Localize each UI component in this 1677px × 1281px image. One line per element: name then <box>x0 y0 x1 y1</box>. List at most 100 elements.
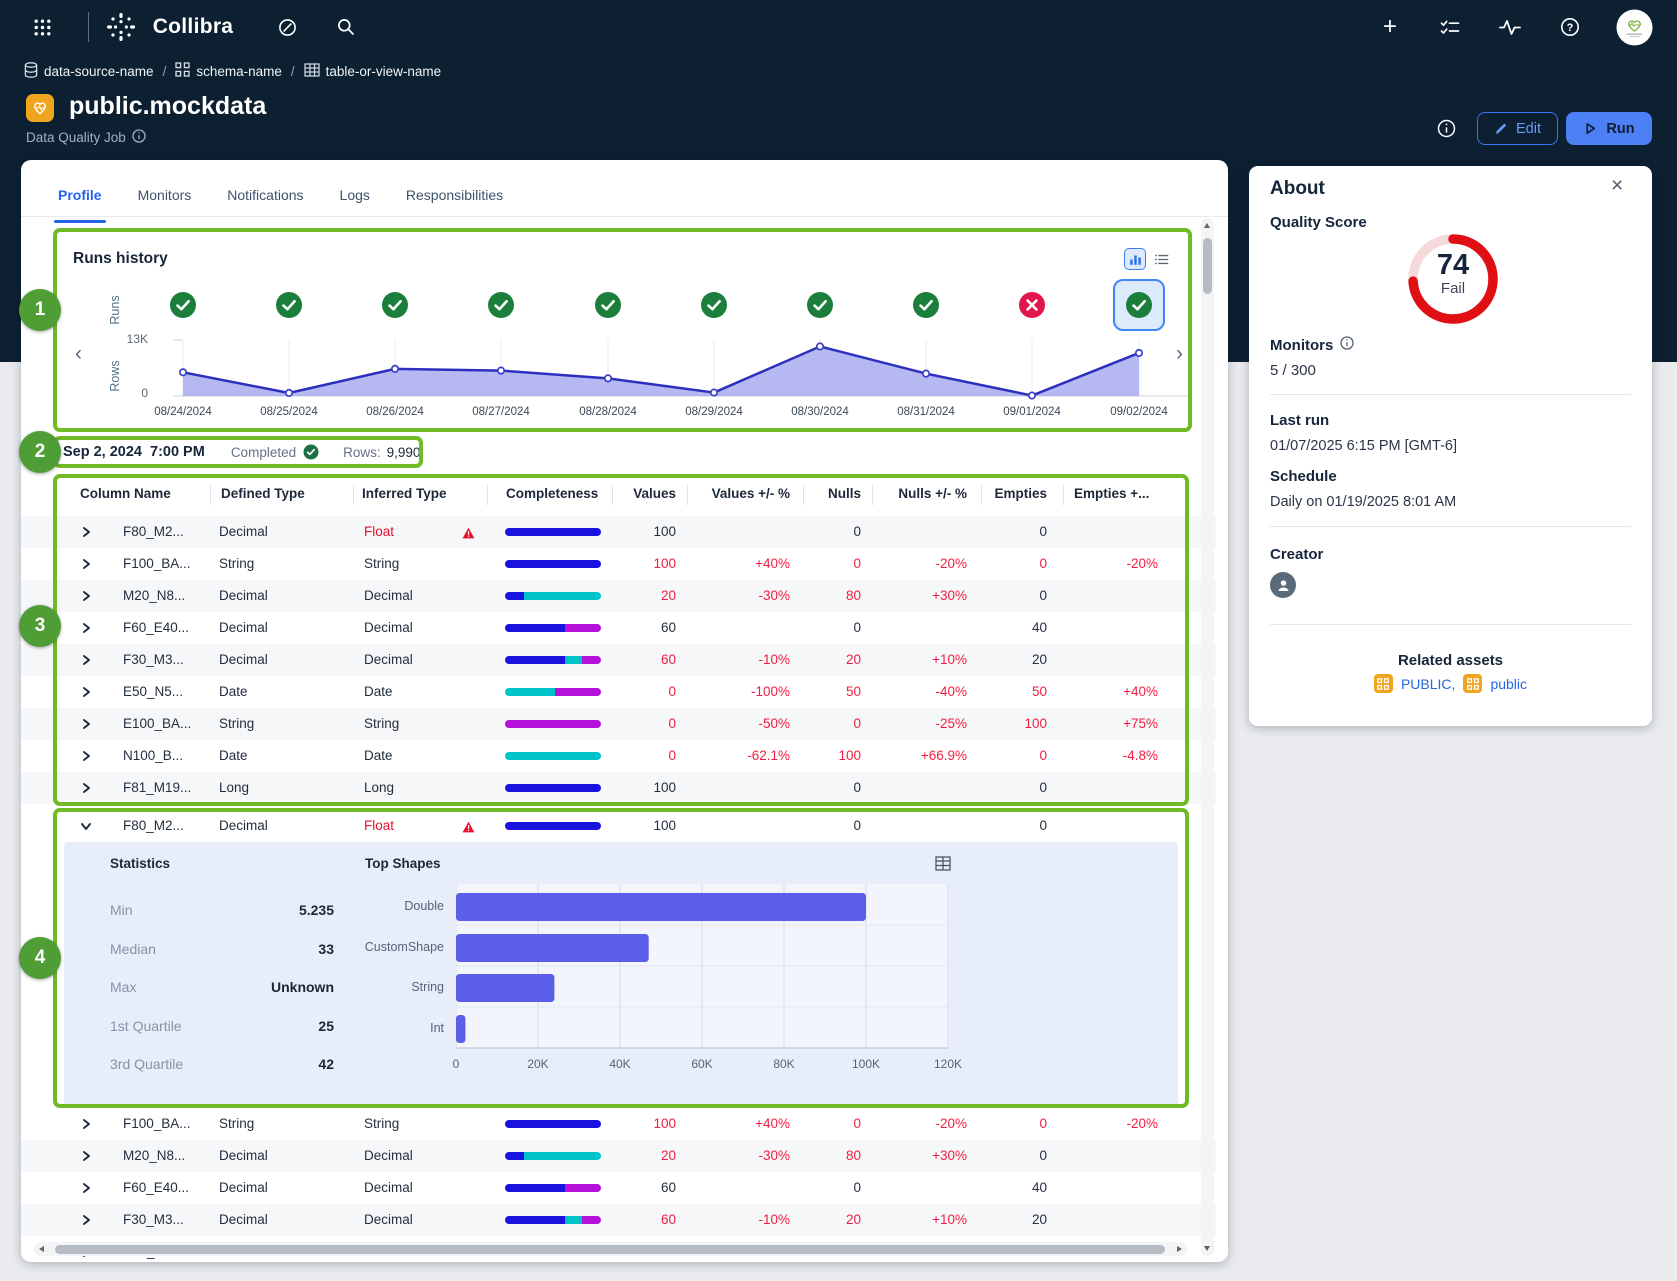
column-name-cell: E50_N5... <box>123 676 183 708</box>
run-status-pass-icon[interactable] <box>912 291 940 319</box>
top-shapes-bars[interactable] <box>456 884 956 1054</box>
tab-responsibilities[interactable]: Responsibilities <box>404 184 505 214</box>
column-header[interactable]: Empties <box>917 477 1047 511</box>
table-row[interactable]: F30_M3...DecimalDecimal60-10%20+10%20 <box>21 1204 1216 1236</box>
column-header[interactable]: Inferred Type <box>362 477 447 511</box>
schema-asset-icon[interactable] <box>1463 674 1482 693</box>
run-status-pass-icon[interactable] <box>700 291 728 319</box>
table-row[interactable]: E50_N5...DateDate0-100%50-40%50+40% <box>21 676 1216 708</box>
table-row[interactable]: M20_N8...DecimalDecimal20-30%80+30%0 <box>21 580 1216 612</box>
table-row[interactable]: F100_BA...StringString100+40%0-20%0-20% <box>21 1108 1216 1140</box>
user-avatar[interactable] <box>1615 0 1653 54</box>
empties-cell: 0 <box>939 1140 1047 1172</box>
expand-row-chevron-icon[interactable] <box>79 1213 93 1227</box>
expand-row-chevron-icon[interactable] <box>79 653 93 667</box>
run-date: Sep 2, 2024 <box>63 444 142 460</box>
runs-prev-arrow[interactable]: ‹ <box>75 345 82 363</box>
tab-profile[interactable]: Profile <box>56 184 104 214</box>
breadcrumb-table[interactable]: table-or-view-name <box>304 63 442 80</box>
creator-avatar[interactable] <box>1270 572 1296 598</box>
column-header[interactable]: Empties +... <box>1074 477 1149 511</box>
list-view-button[interactable] <box>1150 248 1172 270</box>
table-row[interactable]: F80_M2...DecimalFloat10000 <box>21 516 1216 548</box>
table-row[interactable]: E100_BA...StringString0-50%0-25%100+75% <box>21 708 1216 740</box>
collibra-logo-text[interactable]: Collibra <box>141 0 245 54</box>
schema-asset-icon[interactable] <box>1374 674 1393 693</box>
shapes-x-axis-tick: 100K <box>836 1057 896 1071</box>
expand-row-chevron-icon[interactable] <box>79 557 93 571</box>
column-header[interactable]: Defined Type <box>221 477 305 511</box>
run-status-pass-icon[interactable] <box>169 291 197 319</box>
table-row[interactable]: F80_M2...DecimalFloat10000 <box>21 810 1216 842</box>
collapse-row-chevron-icon[interactable] <box>79 819 93 833</box>
monitors-info-icon[interactable] <box>1340 336 1354 354</box>
runs-area-chart[interactable] <box>152 332 1197 400</box>
scroll-down-arrow[interactable] <box>1204 1246 1210 1251</box>
table-row[interactable]: N100_B...DateDate0-62.1%100+66.9%0-4.8% <box>21 740 1216 772</box>
help-icon[interactable]: ? <box>1554 0 1586 54</box>
run-button[interactable]: Run <box>1566 112 1652 145</box>
breadcrumb-schema[interactable]: schema-name <box>175 62 282 80</box>
tab-label: Notifications <box>227 187 303 203</box>
run-status-pass-icon[interactable] <box>487 291 515 319</box>
run-status-pass-icon[interactable] <box>381 291 409 319</box>
activity-pulse-icon[interactable] <box>1494 0 1526 54</box>
app-grid-menu-icon[interactable] <box>25 0 59 54</box>
shapes-x-axis-tick: 120K <box>918 1057 978 1071</box>
tab-notifications[interactable]: Notifications <box>225 184 305 214</box>
chart-view-button[interactable] <box>1124 248 1146 270</box>
scroll-right-arrow[interactable] <box>1177 1246 1182 1252</box>
shapes-x-axis-tick: 20K <box>508 1057 568 1071</box>
expand-row-chevron-icon[interactable] <box>79 717 93 731</box>
defined-type-cell: String <box>219 1108 254 1140</box>
expand-row-chevron-icon[interactable] <box>79 781 93 795</box>
run-status-pass-icon[interactable] <box>594 291 622 319</box>
horizontal-scroll-thumb[interactable] <box>55 1245 1165 1254</box>
table-row[interactable]: M20_N8...DecimalDecimal20-30%80+30%0 <box>21 1140 1216 1172</box>
table-row[interactable]: F100_BA...StringString100+40%0-20%0-20% <box>21 548 1216 580</box>
related-asset-link[interactable]: public <box>1490 676 1527 692</box>
run-status-fail-icon[interactable] <box>1018 291 1046 319</box>
tab-logs[interactable]: Logs <box>338 184 372 214</box>
expand-row-chevron-icon[interactable] <box>79 749 93 763</box>
table-row[interactable]: F60_E40...DecimalDecimal60040 <box>21 1172 1216 1204</box>
shapes-table-view-icon[interactable] <box>935 856 951 876</box>
column-name-cell: F30_M3... <box>123 644 184 676</box>
related-asset-link[interactable]: PUBLIC, <box>1401 676 1455 692</box>
breadcrumb-data-source[interactable]: data-source-name <box>24 62 154 81</box>
close-icon[interactable]: × <box>1611 174 1623 198</box>
empties-delta-cell: +75% <box>1050 708 1158 740</box>
table-row[interactable]: F30_M3...DecimalDecimal60-10%20+10%20 <box>21 644 1216 676</box>
horizontal-scrollbar[interactable] <box>34 1242 1187 1256</box>
edit-button[interactable]: Edit <box>1477 112 1558 145</box>
run-status-selected[interactable] <box>1113 279 1165 331</box>
run-status-pass-icon[interactable] <box>806 291 834 319</box>
vertical-scroll-thumb[interactable] <box>1203 238 1212 294</box>
main-card: Profile Monitors Notifications Logs Resp… <box>21 160 1228 1262</box>
expand-row-chevron-icon[interactable] <box>79 525 93 539</box>
column-header[interactable]: Column Name <box>80 477 171 511</box>
collibra-logo-icon[interactable] <box>103 0 139 54</box>
compass-icon[interactable] <box>272 0 302 54</box>
scroll-left-arrow[interactable] <box>39 1246 44 1252</box>
expand-row-chevron-icon[interactable] <box>79 1117 93 1131</box>
expand-row-chevron-icon[interactable] <box>79 589 93 603</box>
expand-row-chevron-icon[interactable] <box>79 685 93 699</box>
info-icon[interactable] <box>132 129 146 146</box>
add-icon[interactable]: + <box>1374 0 1406 54</box>
column-header[interactable]: Values <box>546 477 676 511</box>
statistics-title: Statistics <box>110 856 170 871</box>
expand-row-chevron-icon[interactable] <box>79 1181 93 1195</box>
header-info-icon[interactable] <box>1437 119 1456 143</box>
expand-row-chevron-icon[interactable] <box>79 621 93 635</box>
tab-monitors[interactable]: Monitors <box>136 184 194 214</box>
vertical-scrollbar[interactable] <box>1201 218 1214 1256</box>
table-row[interactable]: F60_E40...DecimalDecimal60040 <box>21 612 1216 644</box>
search-icon[interactable] <box>331 0 361 54</box>
defined-type-cell: Decimal <box>219 612 268 644</box>
scroll-up-arrow[interactable] <box>1204 223 1210 228</box>
tasks-icon[interactable] <box>1434 0 1466 54</box>
run-status-pass-icon[interactable] <box>275 291 303 319</box>
table-row[interactable]: F81_M19...LongLong10000 <box>21 772 1216 804</box>
expand-row-chevron-icon[interactable] <box>79 1149 93 1163</box>
